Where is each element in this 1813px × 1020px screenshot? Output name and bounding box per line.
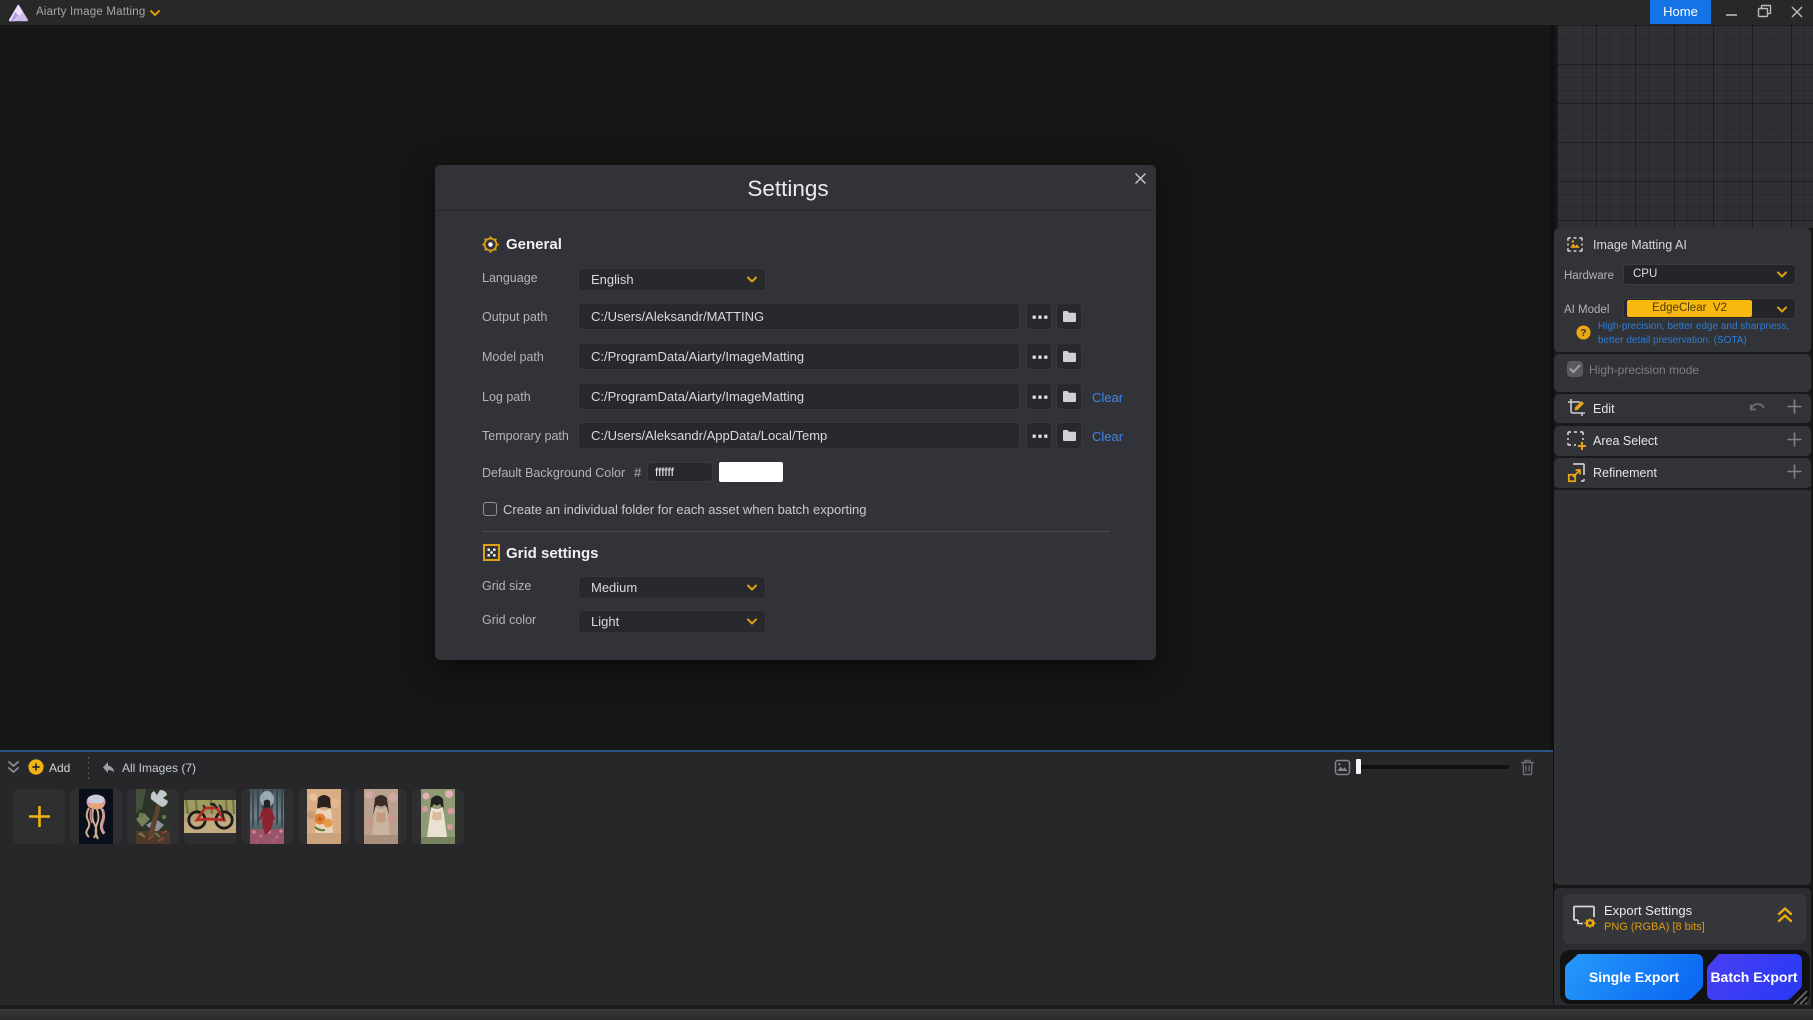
svg-text:?: ? [1581,328,1587,339]
svg-text:Single Export: Single Export [1589,969,1680,985]
svg-text:Batch Export: Batch Export [1710,969,1797,985]
